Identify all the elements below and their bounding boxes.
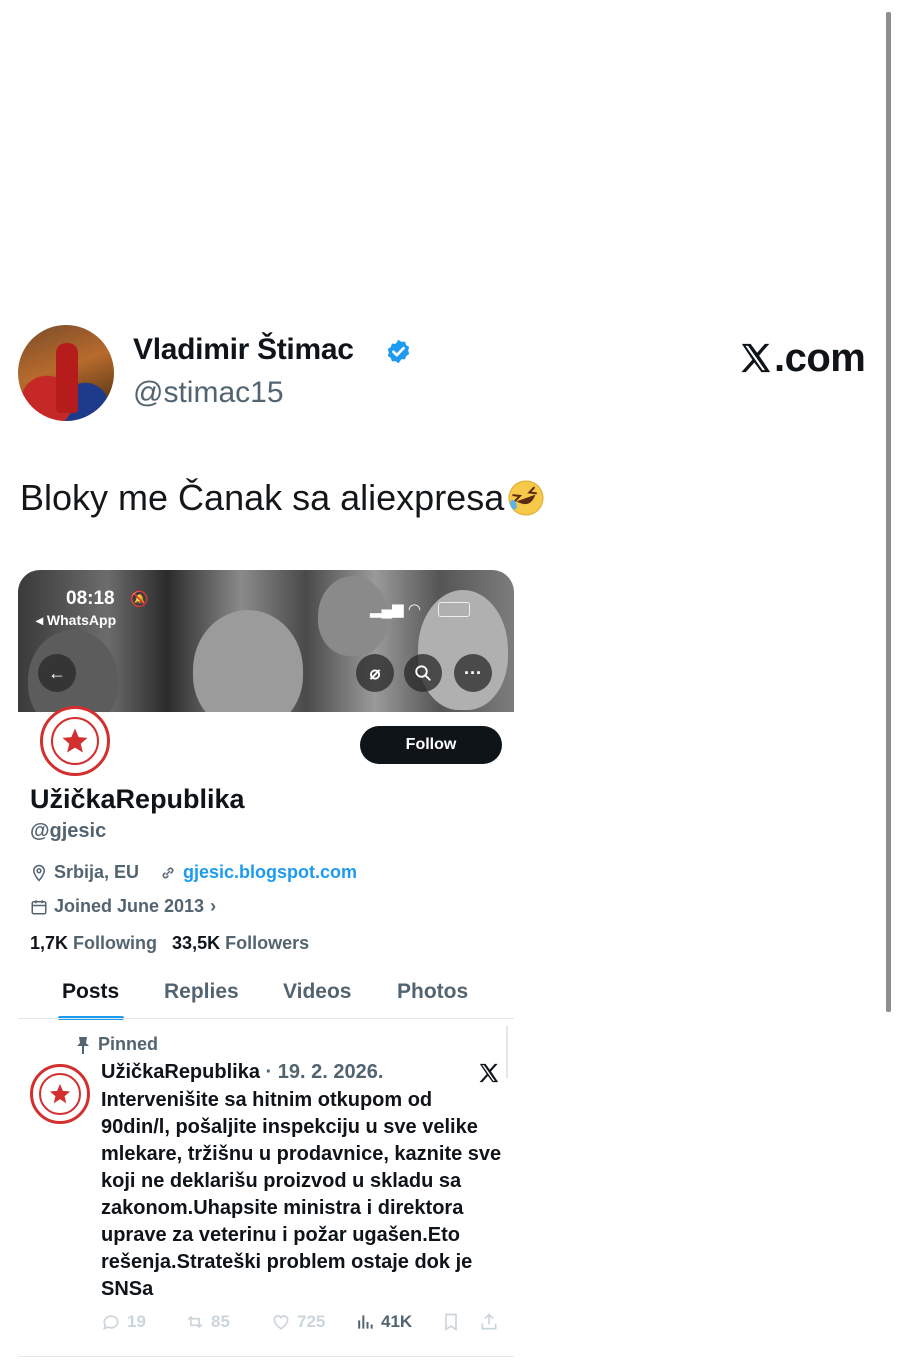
link-icon [162,867,174,878]
signal-wifi-icons: ▂▄▆ ◠ [370,601,421,618]
profile-banner: 08:18 🔕 ◂ WhatsApp ▂▄▆ ◠ ← ⌀ ··· [18,570,514,712]
author-handle[interactable]: @stimac15 [133,376,284,410]
like-action[interactable]: 725 [271,1312,325,1332]
search-icon[interactable] [404,654,442,692]
bookmark-action[interactable] [441,1312,461,1332]
tabs-divider [18,1018,514,1019]
laughing-emoji-icon [508,480,544,516]
following-label: Following [73,933,158,953]
chevron-right-icon[interactable]: › [210,896,216,917]
reply-count: 19 [127,1312,146,1331]
author-name[interactable]: Vladimir Štimac [133,333,354,367]
x-logo-icon [479,1063,499,1083]
post-date[interactable]: · 19. 2. 2026. [260,1061,384,1083]
repost-action[interactable]: 85 [185,1312,230,1332]
views-chart-icon [358,1315,373,1329]
location-pin-icon [32,864,46,882]
author-avatar[interactable] [18,325,114,421]
post-author[interactable]: UžičkaRepublika [101,1061,260,1083]
views-action[interactable]: 41K [355,1312,412,1332]
tab-photos[interactable]: Photos [397,980,468,1004]
tab-videos[interactable]: Videos [283,980,351,1004]
profile-avatar-seal[interactable] [40,706,110,776]
red-star-icon [62,728,88,753]
profile-handle: @gjesic [30,820,107,842]
status-back-app[interactable]: ◂ WhatsApp [36,612,116,629]
profile-name: UžičkaRepublika [30,784,245,814]
like-count: 725 [297,1312,326,1331]
x-logo-icon [741,343,771,373]
pinned-indicator: Pinned [76,1034,158,1055]
site-label: .com [774,336,866,380]
grok-icon[interactable]: ⌀ [356,654,394,692]
repost-icon [187,1315,203,1329]
status-time: 08:18 [66,588,115,609]
profile-location: Srbija, EU [54,862,140,882]
following-link[interactable]: 1,7K Following [30,933,157,953]
scrollbar[interactable] [886,12,891,1012]
verified-badge-icon [387,339,410,364]
views-count: 41K [381,1312,413,1331]
share-action[interactable] [479,1312,499,1332]
profile-joined: Joined June 2013 [54,896,205,916]
followers-count: 33,5K [172,933,221,953]
tweet-text-content: Bloky me Čanak sa aliexpresa [20,477,505,518]
post-edge-rule [506,1026,508,1078]
follow-button[interactable]: Follow [360,726,502,764]
reply-action[interactable]: 19 [101,1312,146,1332]
following-count: 1,7K [30,933,69,953]
mute-bell-icon: 🔕 [130,591,149,608]
followers-link[interactable]: 33,5K Followers [172,933,309,953]
profile-website-link[interactable]: gjesic.blogspot.com [183,862,357,883]
heart-icon [273,1315,289,1330]
tweet-text: Bloky me Čanak sa aliexpresa [20,477,546,519]
reply-icon [103,1315,119,1331]
repost-count: 85 [211,1312,230,1331]
profile-joined-row: Joined June 2013 › [30,896,216,917]
tab-replies[interactable]: Replies [164,980,239,1004]
pinned-label: Pinned [98,1034,159,1054]
x-com-watermark: .com [738,336,866,381]
profile-stats: 1,7K Following 33,5K Followers [30,933,309,954]
battery-icon [438,602,470,617]
pin-icon [77,1036,89,1054]
post-avatar-seal[interactable] [30,1064,90,1124]
calendar-icon [31,899,47,914]
more-options-icon[interactable]: ··· [454,654,492,692]
post-text: Intervenišite sa hitnim otkupom od 90din… [101,1089,502,1300]
profile-tabs: Posts Replies Videos Photos [18,976,514,1020]
profile-meta-row: Srbija, EU gjesic.blogspot.com [30,862,357,883]
followers-label: Followers [225,933,310,953]
bookmark-icon [445,1313,457,1332]
post-header: UžičkaRepublika · 19. 2. 2026. [101,1061,383,1084]
tab-posts[interactable]: Posts [62,980,119,1004]
share-icon [481,1313,497,1330]
post-divider [18,1356,514,1357]
red-star-icon [49,1083,70,1104]
back-arrow-icon[interactable]: ← [38,654,76,692]
embedded-profile-screenshot[interactable]: 08:18 🔕 ◂ WhatsApp ▂▄▆ ◠ ← ⌀ ··· Follow … [18,570,514,1366]
